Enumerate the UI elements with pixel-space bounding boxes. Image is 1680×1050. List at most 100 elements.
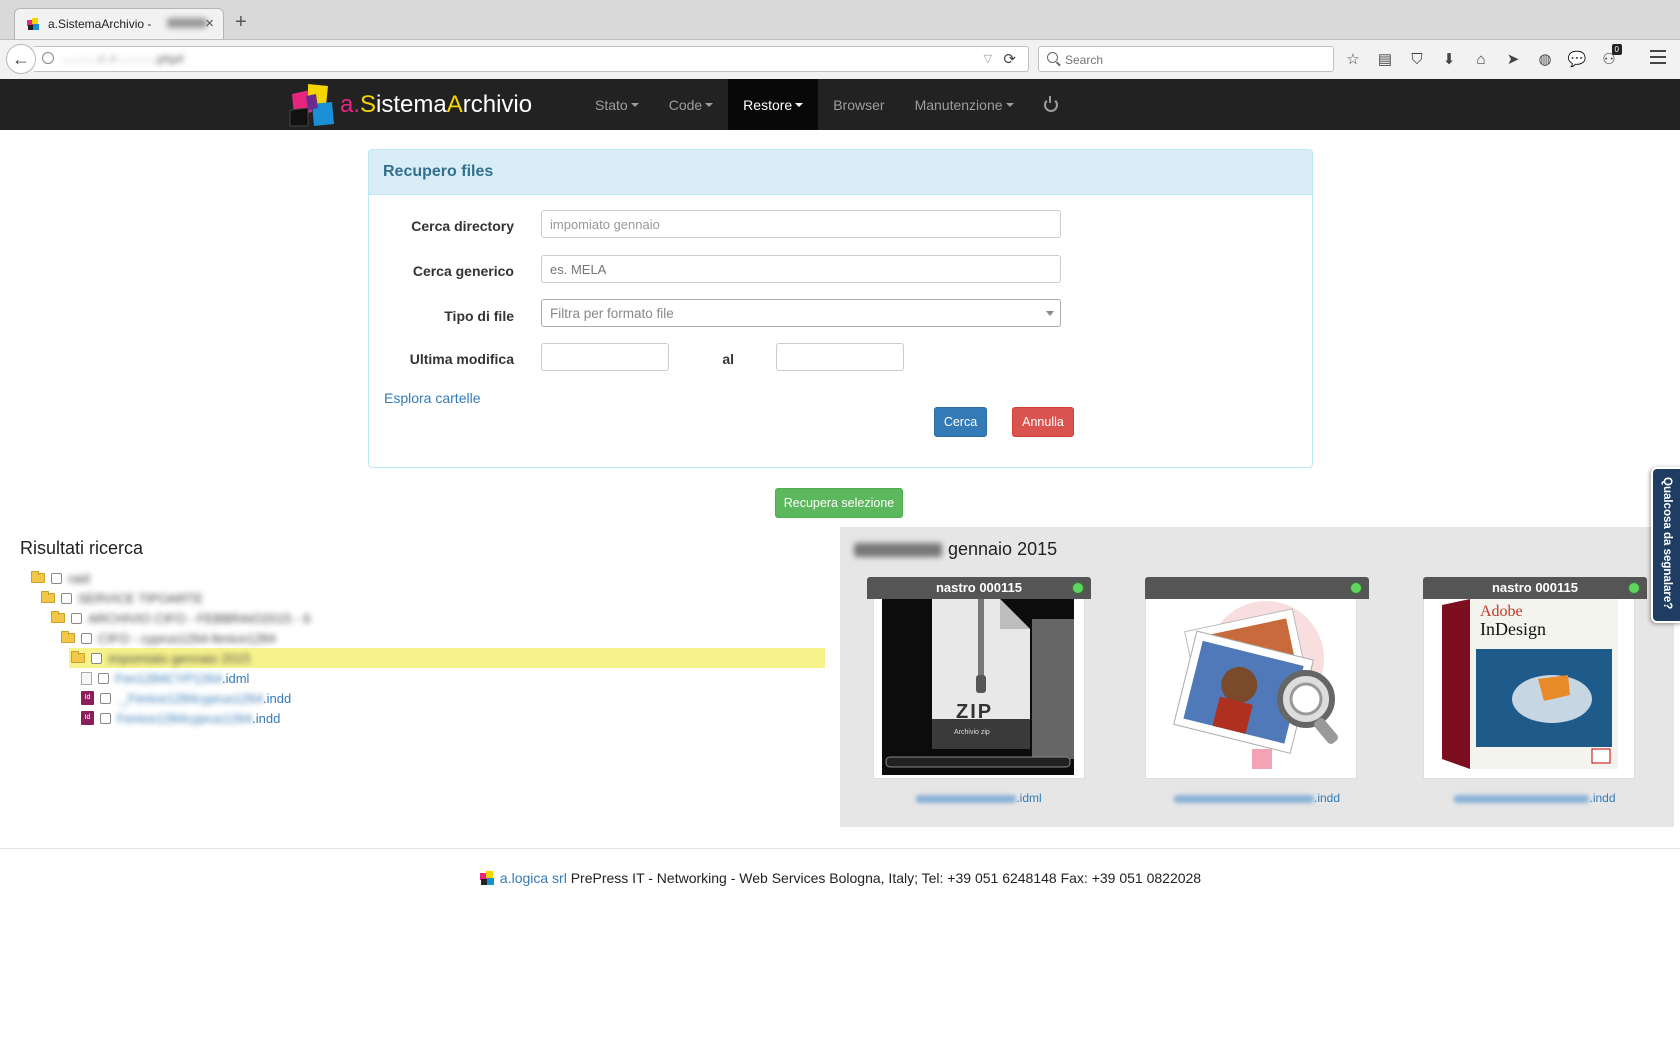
tape-header: nastro 000115 [867,577,1091,599]
file-type-label: Tipo di file [444,308,514,324]
status-online-icon [1073,583,1083,593]
file-type-placeholder: Filtra per formato file [550,306,674,321]
tree-file-row[interactable]: Fen1284CYP1264.idml [81,668,249,688]
main-menu: Stato Code Restore Browser Manutenzione [580,79,1073,130]
tree-checkbox[interactable] [100,712,111,724]
tree-checkbox[interactable] [98,672,109,684]
tree-folder-row-selected[interactable]: impomiato gennaio 2015 [71,648,250,668]
adblock-icon[interactable]: ◍ [1534,48,1556,70]
tree-checkbox[interactable] [81,632,92,644]
preview-file-link[interactable]: .indd [1423,791,1647,805]
tree-folder-row[interactable]: raid [31,568,90,588]
addon-icon[interactable]: ⚇ 0 [1598,44,1622,70]
recover-selection-button[interactable]: Recupera selezione [775,488,903,518]
browser-search-input[interactable] [1063,50,1317,70]
home-icon[interactable]: ⌂ [1470,48,1492,70]
reload-icon[interactable]: ⟳ [1003,50,1016,68]
tree-folder-label: SERVICE TIPOARTE [78,590,203,606]
tree-folder-label: ARCHIVIO CIFO - FEBBRAIO2015 - 6 [88,610,311,626]
caret-down-icon [795,102,804,107]
preview-card[interactable]: nastro 000115 Adobe InDesign .indd [1423,577,1647,805]
preview-card[interactable]: nastro 000115 ZIP Archivio zip .idml [867,577,1091,805]
menu-browser[interactable]: Browser [818,79,899,130]
globe-icon [42,52,54,64]
product-name: InDesign [1480,619,1546,639]
tree-checkbox[interactable] [61,592,72,604]
chat-icon[interactable]: 💬 [1566,48,1588,70]
bookmark-star-icon[interactable]: ☆ [1342,48,1364,70]
tape-label: nastro 000115 [935,580,1022,595]
back-button[interactable]: ← [6,44,36,74]
menu-stato[interactable]: Stato [580,79,654,130]
logout-button[interactable] [1029,79,1073,130]
browser-search-box[interactable] [1038,46,1334,72]
tree-file-link[interactable]: ._Fenice1284cyprus1264.indd [117,691,291,706]
tree-checkbox[interactable] [51,572,62,584]
menu-hamburger-icon[interactable] [1650,50,1666,68]
pocket-icon[interactable]: ⛉ [1406,48,1428,70]
folder-icon [31,571,45,583]
generic-search-input[interactable] [541,255,1061,283]
preview-file-link[interactable]: .indd [1145,791,1369,805]
feedback-tab[interactable]: Qualcosa da segnalare? [1651,467,1680,623]
browser-tab-bar: a.SistemaArchivio - × + [0,0,1680,40]
results-title: Risultati ricerca [20,538,144,558]
download-icon[interactable]: ⬇ [1438,48,1460,70]
tree-checkbox[interactable] [100,692,111,704]
zip-label: ZIP [956,701,994,723]
address-bar[interactable]: ·.··.··.··/··/··.·······.php# ▽ ⟳ [34,46,1029,72]
addon-badge: 0 [1611,44,1622,55]
directory-input[interactable] [541,210,1061,238]
zip-thumbnail: ZIP Archivio zip [873,599,1085,779]
panel-heading: Recupero files [369,150,1312,195]
preview-file-link[interactable]: .idml [867,791,1091,805]
tape-label: nastro 000115 [1491,580,1578,595]
tree-file-link[interactable]: Fenice1284cyprus1264.indd [117,711,280,726]
history-dropdown-icon[interactable]: ▽ [984,52,992,65]
search-button[interactable]: Cerca [934,407,987,437]
tree-checkbox[interactable] [71,612,82,624]
power-icon [1043,95,1058,112]
new-tab-button[interactable]: + [235,12,247,32]
tree-folder-label: CIFO - cyprus1264-fenice1284 [98,630,276,646]
recovery-panel: Recupero files Cerca directory Cerca gen… [368,149,1313,468]
folder-icon [61,631,75,643]
zip-sub-label: Archivio zip [954,729,990,736]
toolbar-icons: ☆ ▤ ⛉ ⬇ ⌂ ➤ ◍ 💬 ⚇ 0 [1342,44,1622,70]
tab-title-redacted [167,18,207,28]
brand-logo-link[interactable]: a.SistemaArchivio [286,82,532,128]
indesign-file-icon: Id [81,691,94,705]
footer: a.logica srl PrePress IT - Networking - … [0,870,1680,887]
chevron-down-icon [1046,311,1054,316]
tree-folder-row[interactable]: SERVICE TIPOARTE [41,588,203,608]
tree-checkbox[interactable] [91,652,102,664]
cancel-button[interactable]: Annulla [1012,407,1074,437]
tape-header: nastro 000115 [1423,577,1647,599]
tree-file-row[interactable]: Id Fenice1284cyprus1264.indd [81,708,280,728]
file-type-select[interactable]: Filtra per formato file [541,299,1061,327]
browser-tab[interactable]: a.SistemaArchivio - × [14,8,224,39]
folder-icon [41,591,55,603]
close-tab-icon[interactable]: × [205,15,214,32]
generic-label: Cerca generico [412,263,514,279]
modified-to-label: al [722,351,734,367]
tree-file-row[interactable]: Id ._Fenice1284cyprus1264.indd [81,688,291,708]
send-icon[interactable]: ➤ [1502,48,1524,70]
reading-list-icon[interactable]: ▤ [1374,48,1396,70]
tree-folder-row[interactable]: CIFO - cyprus1264-fenice1284 [61,628,276,648]
file-icon [81,671,92,685]
menu-code[interactable]: Code [654,79,728,130]
company-logo-icon [479,871,494,885]
tape-header [1145,577,1369,599]
tree-folder-row[interactable]: ARCHIVIO CIFO - FEBBRAIO2015 - 6 [51,608,311,628]
menu-manutenzione[interactable]: Manutenzione [900,79,1029,130]
modified-to-input[interactable] [776,343,904,371]
tree-folder-label: impomiato gennaio 2015 [108,650,251,666]
preview-panel: gennaio 2015 nastro 000115 ZIP Archivio … [840,527,1674,827]
zip-file-icon [882,599,1074,775]
preview-card[interactable]: .indd [1145,577,1369,805]
explore-folders-link[interactable]: Esplora cartelle [384,390,481,406]
menu-restore[interactable]: Restore [728,79,819,130]
company-link[interactable]: a.logica srl [500,870,567,886]
tree-file-link[interactable]: Fen1284CYP1264.idml [115,671,249,686]
